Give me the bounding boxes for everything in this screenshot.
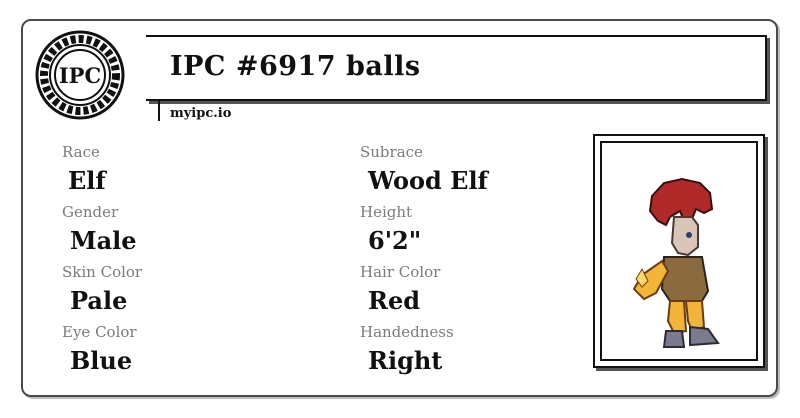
- character-sprite: [632, 177, 720, 348]
- eye-color-value: Blue: [70, 346, 133, 375]
- subrace-value: Wood Elf: [368, 166, 488, 195]
- portrait-frame: [593, 134, 765, 368]
- race-value: Elf: [68, 166, 106, 195]
- gender-value: Male: [70, 226, 137, 255]
- skin-color-label: Skin Color: [62, 263, 143, 281]
- title-divider: [158, 101, 160, 121]
- handedness-value: Right: [368, 346, 443, 375]
- site-link[interactable]: myipc.io: [170, 106, 231, 121]
- ipc-logo: IPC: [35, 30, 125, 120]
- height-value: 6'2": [368, 226, 422, 255]
- race-label: Race: [62, 143, 100, 161]
- logo-text: IPC: [59, 63, 101, 88]
- gender-label: Gender: [62, 203, 119, 221]
- eye-color-label: Eye Color: [62, 323, 137, 341]
- skin-color-value: Pale: [70, 286, 128, 315]
- subrace-label: Subrace: [360, 143, 423, 161]
- page-title: IPC #6917 balls: [170, 51, 421, 82]
- hair-color-value: Red: [368, 286, 420, 315]
- height-label: Height: [360, 203, 413, 221]
- title-box: IPC #6917 balls: [146, 35, 767, 101]
- handedness-label: Handedness: [360, 323, 454, 341]
- hair-color-label: Hair Color: [360, 263, 441, 281]
- portrait-inner: [600, 141, 758, 361]
